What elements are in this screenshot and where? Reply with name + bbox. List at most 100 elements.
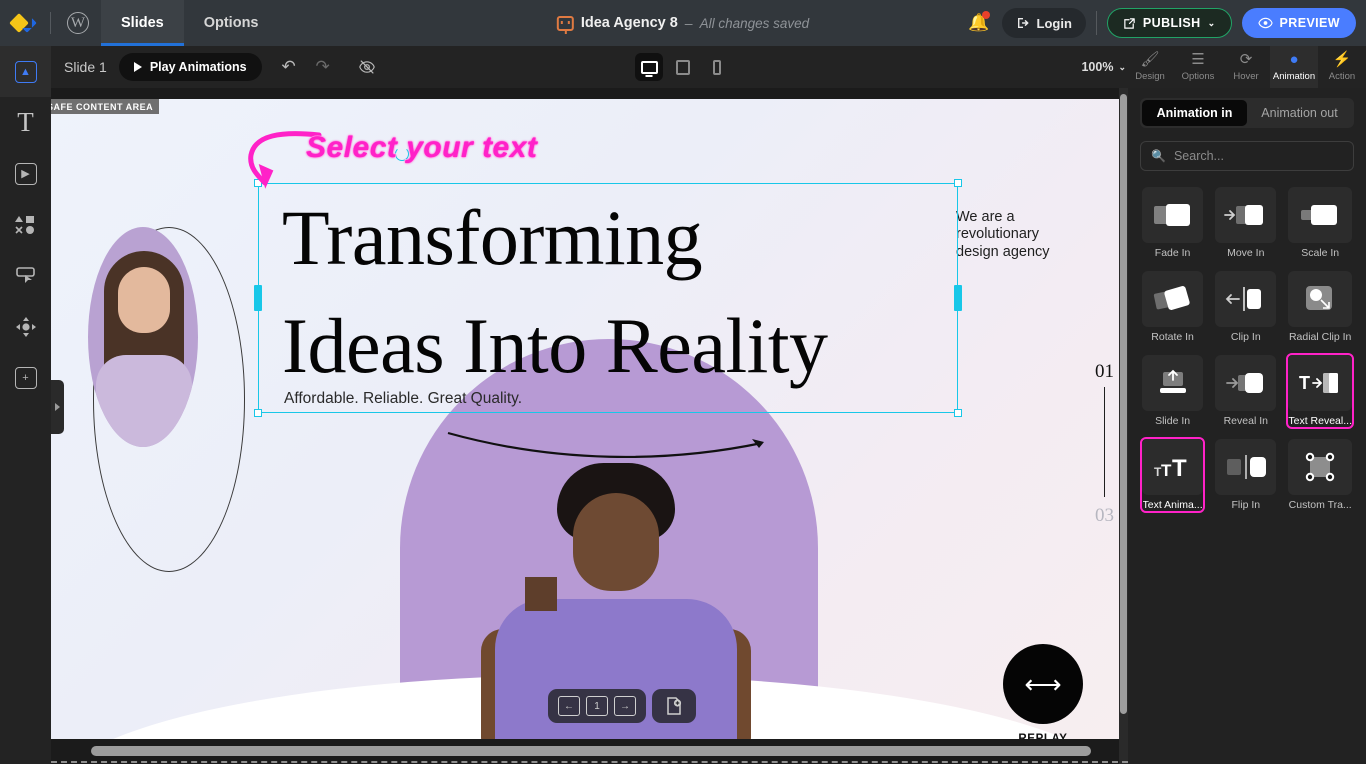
rail-item-video[interactable]: ▶ (0, 148, 51, 199)
tab-options[interactable]: ☰ Options (1174, 46, 1222, 88)
resize-handle-middle-left[interactable] (254, 285, 262, 311)
cursor-icon: ⟳ (1239, 51, 1253, 68)
tab-options-label: Options (1181, 71, 1215, 82)
canvas-horizontal-scrollbar[interactable] (51, 746, 1128, 756)
replay-label: REPLAY (1018, 733, 1068, 739)
device-mobile[interactable] (703, 53, 731, 81)
play-icon (133, 62, 142, 72)
device-tablet[interactable] (669, 53, 697, 81)
publish-button[interactable]: PUBLISH ⌄ (1106, 8, 1232, 38)
horizontal-arrows-icon: ⟷ (1003, 644, 1083, 724)
animation-preset-custom-transition[interactable]: Custom Tra... (1286, 437, 1354, 513)
app-logo[interactable] (0, 0, 46, 46)
animation-preset-slide-in[interactable]: Slide In (1140, 353, 1205, 429)
animation-preset-clip-in[interactable]: Clip In (1213, 269, 1278, 345)
resize-handle-top-right[interactable] (954, 179, 962, 187)
scrollbar-thumb[interactable] (91, 746, 1091, 756)
resize-handle-bottom-left[interactable] (254, 409, 262, 417)
animation-preset-label: Slide In (1155, 415, 1191, 427)
animation-preset-text-reveal[interactable]: T Text Reveal... (1286, 353, 1354, 429)
rotate-in-icon (1142, 271, 1204, 327)
text-icon: T (17, 107, 34, 137)
animation-icon: ● (1289, 51, 1299, 68)
svg-text:T: T (1172, 455, 1187, 480)
slide-navigation: ← 1 → (548, 689, 696, 723)
animation-preset-radial-clip-in[interactable]: Radial Clip In (1286, 269, 1354, 345)
resize-handle-bottom-right[interactable] (954, 409, 962, 417)
app-root: W Slides Options Idea Agency 8 – All cha… (0, 0, 1366, 764)
notification-bell-button[interactable]: 🔔 (966, 10, 992, 36)
rail-item-transform[interactable] (0, 301, 51, 352)
resize-handle-middle-right[interactable] (954, 285, 962, 311)
rail-item-button[interactable] (0, 250, 51, 301)
rail-item-shapes[interactable] (0, 199, 51, 250)
replay-button[interactable]: ⟷ REPLAY (1001, 644, 1085, 739)
nav-tab-options[interactable]: Options (184, 0, 279, 46)
slide-canvas[interactable]: Transforming Ideas Into Reality Affordab… (51, 99, 1128, 739)
animation-preset-rotate-in[interactable]: Rotate In (1140, 269, 1205, 345)
preview-button[interactable]: PREVIEW (1241, 8, 1356, 38)
tab-action[interactable]: ⚡ Action (1318, 46, 1366, 88)
rail-item-text[interactable]: T (0, 97, 51, 148)
slide-counter[interactable]: 1 (586, 696, 608, 716)
tab-animation-in-label: Animation in (1156, 106, 1233, 120)
panel-collapse-handle[interactable] (51, 380, 64, 434)
animation-preset-scale-in[interactable]: Scale In (1286, 185, 1354, 261)
document-title: Idea Agency 8 (580, 15, 678, 31)
zoom-value: 100% (1081, 60, 1114, 74)
rail-item-image[interactable]: ▲ (0, 46, 51, 97)
shapes-icon (14, 215, 34, 234)
scrollbar-thumb[interactable] (1120, 94, 1127, 714)
animation-preset-reveal-in[interactable]: Reveal In (1213, 353, 1278, 429)
layer-selection-box[interactable] (254, 179, 962, 417)
tab-animation-in[interactable]: Animation in (1142, 100, 1247, 126)
document-title-group[interactable]: Idea Agency 8 – All changes saved (556, 0, 809, 46)
device-desktop[interactable] (635, 53, 663, 81)
tab-design[interactable]: 🖌 Design (1126, 46, 1174, 88)
tab-animation-out[interactable]: Animation out (1247, 100, 1352, 126)
wordpress-button[interactable]: W (55, 0, 101, 46)
move-in-icon (1215, 187, 1277, 243)
bolt-icon: ⚡ (1332, 51, 1352, 68)
play-animations-button[interactable]: Play Animations (118, 53, 262, 81)
fade-in-icon (1142, 187, 1204, 243)
nav-tab-slides[interactable]: Slides (101, 0, 184, 46)
image-icon: ▲ (14, 60, 37, 83)
chevron-down-icon: ⌄ (1118, 61, 1126, 72)
add-slide-button[interactable] (652, 689, 696, 723)
next-slide-icon[interactable]: → (614, 696, 636, 716)
nav-tab-slides-label: Slides (121, 15, 164, 31)
undo-icon[interactable]: ↶ (272, 46, 306, 88)
animation-preset-label: Move In (1227, 247, 1265, 259)
login-button[interactable]: Login (1001, 8, 1086, 38)
scale-in-icon (1288, 187, 1352, 243)
divider (1095, 11, 1097, 35)
canvas-vertical-scrollbar[interactable] (1119, 88, 1128, 764)
animation-preset-text-animation[interactable]: TTT Text Anima... (1140, 437, 1206, 513)
animation-preset-label: Scale In (1301, 247, 1340, 259)
animation-search[interactable]: 🔍 (1140, 141, 1354, 171)
svg-text:T: T (1161, 461, 1172, 480)
animation-preset-label: Text Reveal... (1288, 415, 1352, 427)
flip-in-icon (1215, 439, 1277, 495)
woman-photo[interactable] (88, 227, 198, 447)
prev-slide-icon[interactable]: ← (558, 696, 580, 716)
chevron-down-icon: ⌄ (1207, 17, 1216, 28)
eye-off-icon[interactable] (350, 46, 384, 88)
zoom-control[interactable]: 100% ⌄ (1081, 46, 1126, 88)
animation-preset-flip-in[interactable]: Flip In (1213, 437, 1278, 513)
rail-item-add[interactable]: + (0, 352, 51, 403)
animation-preset-label: Text Anima... (1142, 499, 1203, 511)
safe-content-area-label: SAFE CONTENT AREA (51, 99, 160, 114)
animation-preset-label: Rotate In (1151, 331, 1194, 343)
canvas-area[interactable]: Transforming Ideas Into Reality Affordab… (51, 88, 1128, 764)
search-input[interactable] (1173, 149, 1343, 163)
monitor-icon (556, 15, 574, 31)
animation-preset-move-in[interactable]: Move In (1213, 185, 1278, 261)
tab-hover[interactable]: ⟳ Hover (1222, 46, 1270, 88)
transform-icon (15, 316, 36, 337)
animation-preset-fade-in[interactable]: Fade In (1140, 185, 1205, 261)
sidetext-layer[interactable]: We are a revolutionary design agency (956, 209, 1076, 261)
tab-animation[interactable]: ● Animation (1270, 46, 1318, 88)
redo-icon[interactable]: ↷ (306, 46, 340, 88)
